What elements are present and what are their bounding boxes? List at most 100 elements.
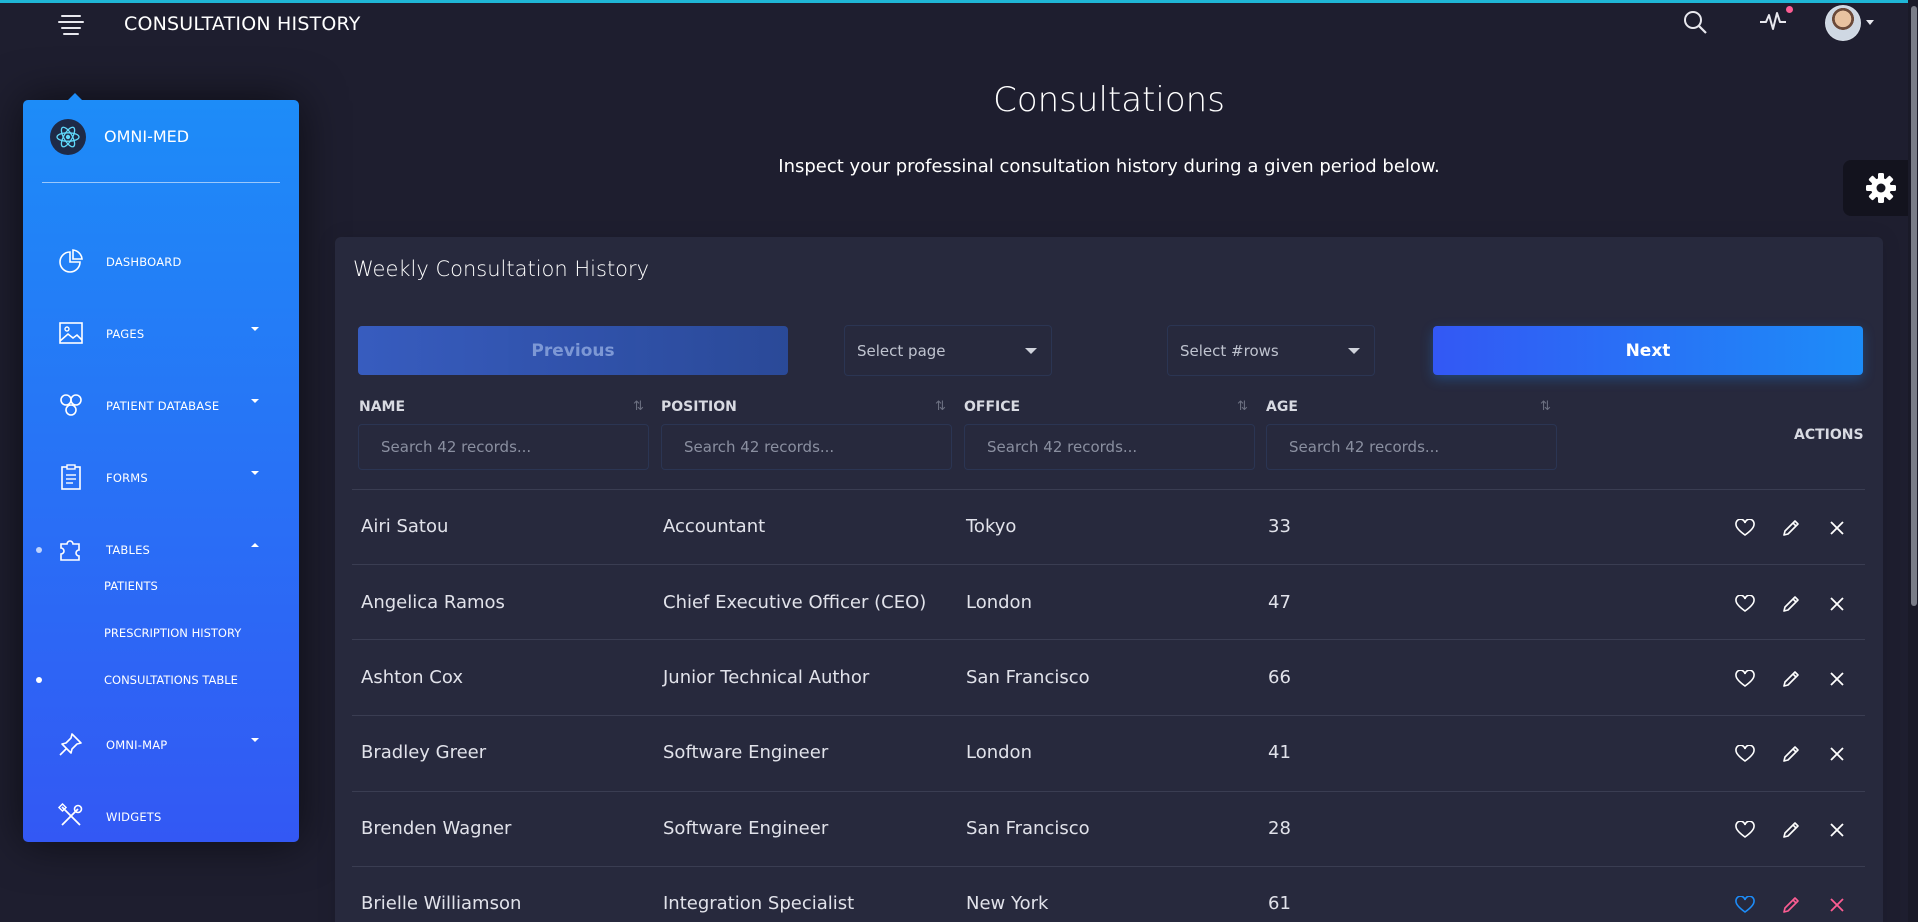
select-page-dropdown[interactable]: Select page	[844, 325, 1052, 376]
close-icon	[1830, 597, 1844, 611]
age-filter-input[interactable]	[1266, 424, 1557, 470]
remove-button[interactable]	[1824, 741, 1850, 767]
column-header-name[interactable]: NAME	[359, 399, 405, 415]
select-page-value: Select page	[857, 342, 946, 360]
previous-button[interactable]: Previous	[358, 326, 788, 375]
sort-icon[interactable]: ⇅	[633, 399, 644, 414]
like-button[interactable]	[1732, 741, 1758, 767]
row-divider	[352, 791, 1865, 792]
chevron-down-icon	[1025, 348, 1037, 354]
sort-icon[interactable]: ⇅	[935, 399, 946, 414]
sort-icon[interactable]: ⇅	[1540, 399, 1551, 414]
remove-button[interactable]	[1824, 817, 1850, 843]
sidebar-subitem-label: PATIENTS	[104, 579, 158, 593]
sidebar-item-omni-map[interactable]: OMNI-MAP	[23, 721, 299, 767]
notification-dot	[1786, 6, 1793, 13]
cell-age: 61	[1268, 893, 1291, 914]
sidebar-item-pages[interactable]: PAGES	[23, 310, 299, 356]
activity-icon[interactable]	[1758, 7, 1790, 35]
sidebar-logo-text[interactable]: OMNI-MED	[104, 127, 189, 146]
chevron-down-icon	[1348, 348, 1360, 354]
sidebar-item-label: PATIENT DATABASE	[106, 399, 220, 413]
sidebar-item-label: DASHBOARD	[106, 255, 182, 269]
cell-position: Software Engineer	[663, 742, 829, 763]
menu-toggle-icon[interactable]	[58, 15, 84, 35]
remove-button[interactable]	[1824, 515, 1850, 541]
react-logo-icon[interactable]	[50, 119, 86, 155]
sidebar-subitem-consultations-table[interactable]: CONSULTATIONS TABLE	[23, 663, 299, 695]
edit-button[interactable]	[1778, 892, 1804, 918]
sidebar-divider	[42, 182, 280, 183]
pencil-icon	[1783, 596, 1799, 612]
pencil-icon	[1783, 822, 1799, 838]
remove-button[interactable]	[1824, 591, 1850, 617]
like-button[interactable]	[1732, 515, 1758, 541]
atom-icon	[60, 394, 82, 416]
column-header-office[interactable]: OFFICE	[964, 399, 1020, 415]
close-icon	[1830, 672, 1844, 686]
position-filter-input[interactable]	[661, 424, 952, 470]
chart-pie-icon	[59, 249, 83, 273]
sidebar-item-widgets[interactable]: WIDGETS	[23, 793, 299, 839]
gear-icon	[1866, 173, 1896, 203]
edit-button[interactable]	[1778, 817, 1804, 843]
active-dot	[36, 677, 42, 683]
search-icon[interactable]	[1682, 9, 1708, 35]
sidebar-item-patient-database[interactable]: PATIENT DATABASE	[23, 382, 299, 428]
sidebar-item-label: PAGES	[106, 327, 145, 341]
sidebar-subitem-prescription-history[interactable]: PRESCRIPTION HISTORY	[23, 616, 299, 648]
edit-button[interactable]	[1778, 741, 1804, 767]
cell-age: 47	[1268, 592, 1291, 613]
cell-name: Bradley Greer	[361, 742, 487, 763]
row-divider	[352, 639, 1865, 640]
sidebar-subitem-patients[interactable]: PATIENTS	[23, 569, 299, 601]
name-filter-input[interactable]	[358, 424, 649, 470]
page-title: Consultations	[993, 80, 1225, 120]
settings-button[interactable]	[1843, 160, 1918, 216]
office-filter-input[interactable]	[964, 424, 1255, 470]
edit-button[interactable]	[1778, 515, 1804, 541]
edit-button[interactable]	[1778, 666, 1804, 692]
heart-icon	[1735, 595, 1755, 612]
pencil-icon	[1783, 897, 1799, 913]
avatar[interactable]	[1825, 5, 1861, 41]
select-rows-dropdown[interactable]: Select #rows	[1167, 325, 1375, 376]
column-header-position[interactable]: POSITION	[661, 399, 737, 415]
column-header-age[interactable]: AGE	[1266, 399, 1298, 415]
edit-button[interactable]	[1778, 591, 1804, 617]
cell-name: Brielle Williamson	[361, 893, 522, 914]
cell-office: London	[966, 592, 1032, 613]
cell-name: Angelica Ramos	[361, 592, 505, 613]
like-button[interactable]	[1732, 591, 1758, 617]
cell-position: Accountant	[663, 516, 766, 537]
sort-icon[interactable]: ⇅	[1237, 399, 1248, 414]
like-button[interactable]	[1732, 892, 1758, 918]
navbar-brand[interactable]: CONSULTATION HISTORY	[124, 13, 361, 35]
clipboard-icon	[61, 464, 81, 490]
pencil-icon	[1783, 671, 1799, 687]
cell-office: San Francisco	[966, 818, 1090, 839]
scrollbar-thumb[interactable]	[1911, 6, 1917, 606]
next-button[interactable]: Next	[1433, 326, 1863, 375]
heart-icon	[1735, 519, 1755, 536]
row-divider	[352, 866, 1865, 867]
row-divider	[352, 715, 1865, 716]
remove-button[interactable]	[1824, 666, 1850, 692]
sidebar-item-label: WIDGETS	[106, 810, 162, 824]
select-rows-value: Select #rows	[1180, 342, 1279, 360]
sidebar-item-forms[interactable]: FORMS	[23, 454, 299, 500]
sidebar-item-tables[interactable]: TABLES	[23, 526, 299, 572]
cell-office: Tokyo	[966, 516, 1017, 537]
puzzle-icon	[60, 540, 80, 561]
sidebar-item-dashboard[interactable]: DASHBOARD	[23, 238, 299, 284]
sidebar-item-label: FORMS	[106, 471, 148, 485]
sidebar-item-label: OMNI-MAP	[106, 738, 168, 752]
like-button[interactable]	[1732, 666, 1758, 692]
cell-name: Brenden Wagner	[361, 818, 512, 839]
navbar: CONSULTATION HISTORY	[0, 3, 1918, 45]
cell-office: San Francisco	[966, 667, 1090, 688]
like-button[interactable]	[1732, 817, 1758, 843]
remove-button[interactable]	[1824, 892, 1850, 918]
cell-position: Software Engineer	[663, 818, 829, 839]
avatar-caret-icon[interactable]	[1866, 20, 1874, 25]
